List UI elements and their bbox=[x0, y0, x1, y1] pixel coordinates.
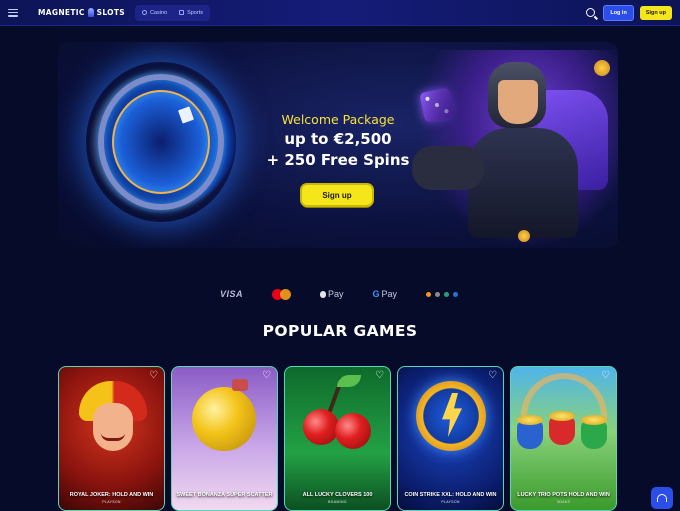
main-nav: Casino Sports bbox=[134, 4, 210, 21]
game-title: ALL LUCKY CLOVERS 100 bbox=[302, 492, 373, 498]
login-button[interactable]: Log in bbox=[603, 4, 634, 21]
usdc-icon bbox=[453, 291, 458, 297]
pot-icon bbox=[517, 421, 543, 449]
game-card-sweet-bonanza[interactable]: ♡ SWEET BONANZA SUPER SCATTER PRAGMATIC … bbox=[171, 366, 278, 511]
game-provider: PRAGMATIC PLAY bbox=[207, 500, 242, 504]
support-chat-button[interactable] bbox=[651, 487, 673, 509]
payment-methods: VISA Pay G Pay bbox=[220, 286, 460, 302]
character-face bbox=[498, 80, 538, 124]
hero-title-line2: + 250 Free Spins bbox=[266, 151, 410, 169]
pot-icon bbox=[549, 417, 575, 445]
logo-text-part-2: SLOTS bbox=[96, 8, 125, 17]
game-provider: BGAMING bbox=[328, 500, 347, 504]
apple-pay-label: Pay bbox=[327, 289, 344, 299]
casino-icon bbox=[141, 10, 147, 15]
cherry-icon bbox=[335, 413, 371, 449]
game-title: LUCKY TRIO POTS HOLD AND WIN bbox=[517, 492, 610, 498]
apple-icon bbox=[319, 290, 326, 298]
crypto-logos bbox=[426, 291, 460, 297]
visa-logo: VISA bbox=[220, 289, 244, 299]
hero-signup-button[interactable]: Sign up bbox=[302, 185, 372, 205]
candy-bomb-artwork bbox=[192, 387, 256, 451]
google-icon: G bbox=[372, 289, 380, 299]
nav-casino[interactable]: Casino bbox=[137, 7, 172, 19]
pot-icon bbox=[581, 421, 607, 449]
google-pay-logo: G Pay bbox=[372, 289, 397, 299]
logo-text-part: MAGNETIC bbox=[38, 8, 85, 17]
hero-text: Welcome Package up to €2,500 + 250 Free … bbox=[258, 112, 418, 169]
game-title: SWEET BONANZA SUPER SCATTER bbox=[176, 492, 273, 498]
heart-icon[interactable]: ♡ bbox=[375, 371, 384, 381]
game-title: COIN STRIKE XXL: HOLD AND WIN bbox=[404, 492, 497, 498]
ethereum-icon bbox=[435, 291, 440, 297]
logo-magnet-icon bbox=[87, 8, 94, 17]
google-pay-label: Pay bbox=[381, 289, 398, 299]
popular-games-title: POPULAR GAMES bbox=[262, 322, 418, 340]
hero-title-line1: up to €2,500 bbox=[284, 130, 392, 148]
gold-coins bbox=[581, 415, 607, 425]
header-actions: Log in Sign up bbox=[586, 4, 672, 21]
joker-artwork bbox=[79, 381, 147, 461]
search-icon[interactable] bbox=[586, 8, 596, 17]
coin-icon bbox=[594, 60, 610, 76]
hero-banner[interactable]: Welcome Package up to €2,500 + 250 Free … bbox=[58, 42, 618, 248]
cherry-icon bbox=[303, 409, 339, 445]
hero-subtitle: Welcome Package bbox=[281, 112, 395, 127]
apple-pay-logo: Pay bbox=[319, 289, 344, 299]
coin-icon bbox=[518, 230, 530, 242]
tether-icon bbox=[444, 291, 449, 297]
heart-icon[interactable]: ♡ bbox=[601, 371, 610, 381]
logo[interactable]: MAGNETIC SLOTS bbox=[38, 8, 125, 17]
character-hand bbox=[412, 146, 484, 190]
game-provider: PLAYSON bbox=[102, 500, 121, 504]
game-title: ROYAL JOKER: HOLD AND WIN bbox=[69, 492, 154, 498]
hero-character bbox=[412, 50, 618, 248]
headset-icon bbox=[657, 494, 667, 502]
game-card-coin-strike[interactable]: ♡ COIN STRIKE XXL: HOLD AND WIN PLAYSON bbox=[397, 366, 504, 511]
game-card-royal-joker[interactable]: ♡ ROYAL JOKER: HOLD AND WIN PLAYSON bbox=[58, 366, 165, 511]
nav-sports[interactable]: Sports bbox=[174, 7, 208, 19]
gold-coins bbox=[517, 415, 543, 425]
sports-icon bbox=[179, 10, 185, 15]
mastercard-logo bbox=[272, 288, 291, 300]
game-provider: 3OAKS bbox=[556, 500, 571, 504]
portal-core bbox=[112, 90, 210, 194]
gold-coins bbox=[549, 411, 575, 421]
nav-casino-label: Casino bbox=[149, 9, 168, 16]
heart-icon[interactable]: ♡ bbox=[488, 371, 497, 381]
cherry-leaf bbox=[337, 375, 361, 387]
game-card-lucky-trio-pots[interactable]: ♡ LUCKY TRIO POTS HOLD AND WIN 3OAKS bbox=[510, 366, 617, 511]
nav-sports-label: Sports bbox=[187, 9, 203, 16]
heart-icon[interactable]: ♡ bbox=[149, 371, 158, 381]
games-row: ♡ ROYAL JOKER: HOLD AND WIN PLAYSON ♡ SW… bbox=[58, 366, 618, 511]
game-provider: PLAYSON bbox=[441, 500, 460, 504]
candy-bomb-cap bbox=[232, 379, 248, 391]
bitcoin-icon bbox=[426, 291, 431, 297]
game-card-all-lucky-clovers[interactable]: ♡ ALL LUCKY CLOVERS 100 BGAMING bbox=[284, 366, 391, 511]
heart-icon[interactable]: ♡ bbox=[262, 371, 271, 381]
character-body bbox=[468, 128, 578, 238]
header-signup-button[interactable]: Sign up bbox=[639, 5, 672, 20]
top-header: MAGNETIC SLOTS Casino Sports Log in Sign… bbox=[0, 0, 680, 26]
menu-icon[interactable] bbox=[8, 8, 18, 17]
